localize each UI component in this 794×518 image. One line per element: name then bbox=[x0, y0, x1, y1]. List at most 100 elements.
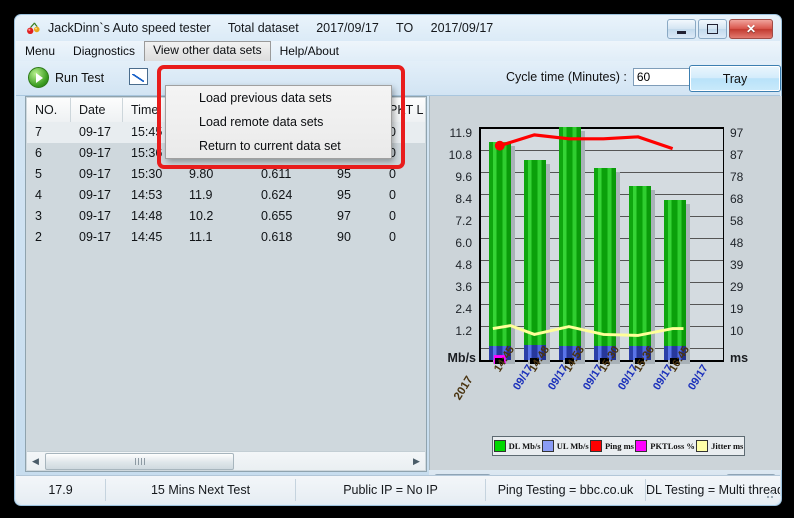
chart-panel: 11.9 10.8 9.6 8.4 7.2 6.0 4.8 3.6 2.4 1.… bbox=[429, 96, 782, 470]
menu-option-load-remote[interactable]: Load remote data sets bbox=[166, 110, 391, 134]
status-bar: 17.9 15 Mins Next Test Public IP = No IP… bbox=[16, 475, 780, 504]
cell-time: 15:30 bbox=[131, 167, 163, 181]
legend-swatch-jitter bbox=[696, 440, 709, 452]
window-title: JackDinn`s Auto speed tester Total datas… bbox=[48, 19, 507, 37]
menu-item-diagnostics[interactable]: Diagnostics bbox=[64, 41, 144, 62]
title-to-word: TO bbox=[396, 21, 414, 35]
y-tick-left-8: 2.4 bbox=[455, 302, 472, 316]
y-tick-left-5: 6.0 bbox=[455, 236, 472, 250]
title-bar: JackDinn`s Auto speed tester Total datas… bbox=[15, 15, 781, 41]
x-label-date-0: 09/17 bbox=[511, 362, 536, 393]
cycle-time-input[interactable] bbox=[632, 68, 695, 86]
x-label-date-3: 09/17 bbox=[616, 362, 641, 393]
legend-swatch-ping bbox=[589, 440, 602, 452]
maximize-button[interactable] bbox=[698, 19, 727, 39]
cell-dl: 11.1 bbox=[189, 230, 213, 244]
status-cell-public-ip: Public IP = No IP bbox=[296, 479, 486, 501]
x-axis-year-label: 2017 bbox=[452, 374, 476, 403]
legend-item-pktloss: PKTLoss % bbox=[635, 440, 695, 452]
menu-item-help-about[interactable]: Help/About bbox=[271, 41, 348, 62]
x-label-date-1: 09/17 bbox=[546, 362, 571, 393]
scroll-left-icon[interactable]: ◀ bbox=[27, 453, 44, 469]
cell-pkt: 0 bbox=[389, 167, 396, 181]
x-label-date-4: 09/17 bbox=[651, 362, 676, 393]
legend-swatch-dl bbox=[493, 440, 506, 452]
cell-no: 2 bbox=[35, 230, 42, 244]
cell-ul: 0.618 bbox=[261, 230, 293, 244]
chart-icon[interactable] bbox=[129, 68, 148, 85]
cell-time: 14:53 bbox=[131, 188, 163, 202]
y-tick-right-5: 48 bbox=[730, 236, 744, 250]
y-axis-label-right: ms bbox=[730, 351, 749, 365]
cell-dl: 9.80 bbox=[189, 167, 214, 181]
column-header-no[interactable]: NO. bbox=[27, 98, 71, 122]
legend-item-ping: Ping ms bbox=[589, 440, 634, 452]
grid-horizontal-scrollbar[interactable]: ◀ ▶ bbox=[27, 451, 425, 470]
minimize-button[interactable] bbox=[667, 19, 696, 39]
scroll-right-icon[interactable]: ▶ bbox=[408, 453, 425, 469]
chart-legend: DL Mb/s UL Mb/s Ping ms PKTLoss % Jitter… bbox=[492, 436, 745, 456]
cell-ul: 0.611 bbox=[261, 167, 292, 181]
ping-line bbox=[499, 133, 674, 151]
y-tick-left-7: 3.6 bbox=[455, 280, 472, 294]
cell-date: 09-17 bbox=[79, 188, 111, 202]
legend-item-ul: UL Mb/s bbox=[541, 440, 589, 452]
cell-date: 09-17 bbox=[79, 230, 111, 244]
cell-pkt: 0 bbox=[389, 209, 396, 223]
cell-no: 7 bbox=[35, 125, 42, 139]
table-row[interactable]: 2 09-17 14:45 11.1 0.618 90 0 bbox=[27, 227, 425, 248]
y-tick-left-2: 9.6 bbox=[455, 170, 472, 184]
column-header-date[interactable]: Date bbox=[71, 98, 123, 122]
y-tick-left-6: 4.8 bbox=[455, 258, 472, 272]
x-label-date-2: 09/17 bbox=[581, 362, 606, 393]
scrollbar-thumb[interactable] bbox=[45, 452, 234, 470]
title-date-to: 2017/09/17 bbox=[430, 21, 494, 35]
cell-date: 09-17 bbox=[79, 167, 111, 181]
menu-option-return-current[interactable]: Return to current data set bbox=[166, 134, 391, 158]
menu-item-menu[interactable]: Menu bbox=[16, 41, 64, 62]
ping-point-marker bbox=[494, 140, 505, 151]
x-label-date-5: 09/17 bbox=[686, 362, 711, 393]
cell-ping: 97 bbox=[337, 209, 351, 223]
legend-swatch-ul bbox=[541, 440, 554, 452]
cell-date: 09-17 bbox=[79, 125, 111, 139]
title-app-name: JackDinn`s Auto speed tester bbox=[48, 21, 211, 35]
table-row[interactable]: 4 09-17 14:53 11.9 0.624 95 0 bbox=[27, 185, 425, 206]
legend-item-dl: DL Mb/s bbox=[493, 440, 541, 452]
cell-date: 09-17 bbox=[79, 146, 111, 160]
tray-button[interactable]: Tray bbox=[689, 65, 781, 92]
menu-item-view-other-data-sets[interactable]: View other data sets bbox=[144, 41, 271, 61]
play-icon bbox=[28, 67, 49, 88]
y-tick-right-3: 68 bbox=[730, 192, 744, 206]
y-tick-right-2: 78 bbox=[730, 170, 744, 184]
y-axis-label-left: Mb/s bbox=[447, 351, 476, 365]
cell-ping: 95 bbox=[337, 188, 351, 202]
run-test-button[interactable]: Run Test bbox=[28, 67, 104, 88]
resize-grip-icon[interactable] bbox=[763, 488, 775, 500]
cell-pkt: 0 bbox=[389, 230, 396, 244]
legend-label-jitter: Jitter ms bbox=[711, 441, 744, 451]
close-button[interactable]: ✕ bbox=[729, 19, 773, 39]
table-row[interactable]: 3 09-17 14:48 10.2 0.655 97 0 bbox=[27, 206, 425, 227]
cell-time: 14:45 bbox=[131, 230, 163, 244]
cell-no: 4 bbox=[35, 188, 42, 202]
table-row[interactable]: 5 09-17 15:30 9.80 0.611 95 0 bbox=[27, 164, 425, 185]
legend-label-dl: DL Mb/s bbox=[508, 441, 541, 451]
chart-plot-area[interactable] bbox=[479, 127, 724, 364]
title-dataset-label: Total dataset bbox=[227, 21, 299, 35]
window-controls: ✕ bbox=[667, 19, 773, 39]
cell-ping: 90 bbox=[337, 230, 351, 244]
chart-overlay-lines bbox=[492, 133, 684, 364]
run-test-label: Run Test bbox=[55, 70, 105, 85]
y-tick-left-1: 10.8 bbox=[448, 148, 472, 162]
cell-date: 09-17 bbox=[79, 209, 111, 223]
cell-pkt: 0 bbox=[389, 188, 396, 202]
menu-option-load-previous[interactable]: Load previous data sets bbox=[166, 86, 391, 110]
menu-bar: Menu Diagnostics View other data sets He… bbox=[16, 41, 780, 61]
y-tick-right-4: 58 bbox=[730, 214, 744, 228]
legend-label-ul: UL Mb/s bbox=[556, 441, 589, 451]
jitter-line bbox=[492, 324, 684, 337]
y-tick-right-7: 29 bbox=[730, 280, 744, 294]
status-cell-ping-test: Ping Testing = bbc.co.uk bbox=[486, 479, 646, 501]
cell-time: 14:48 bbox=[131, 209, 163, 223]
